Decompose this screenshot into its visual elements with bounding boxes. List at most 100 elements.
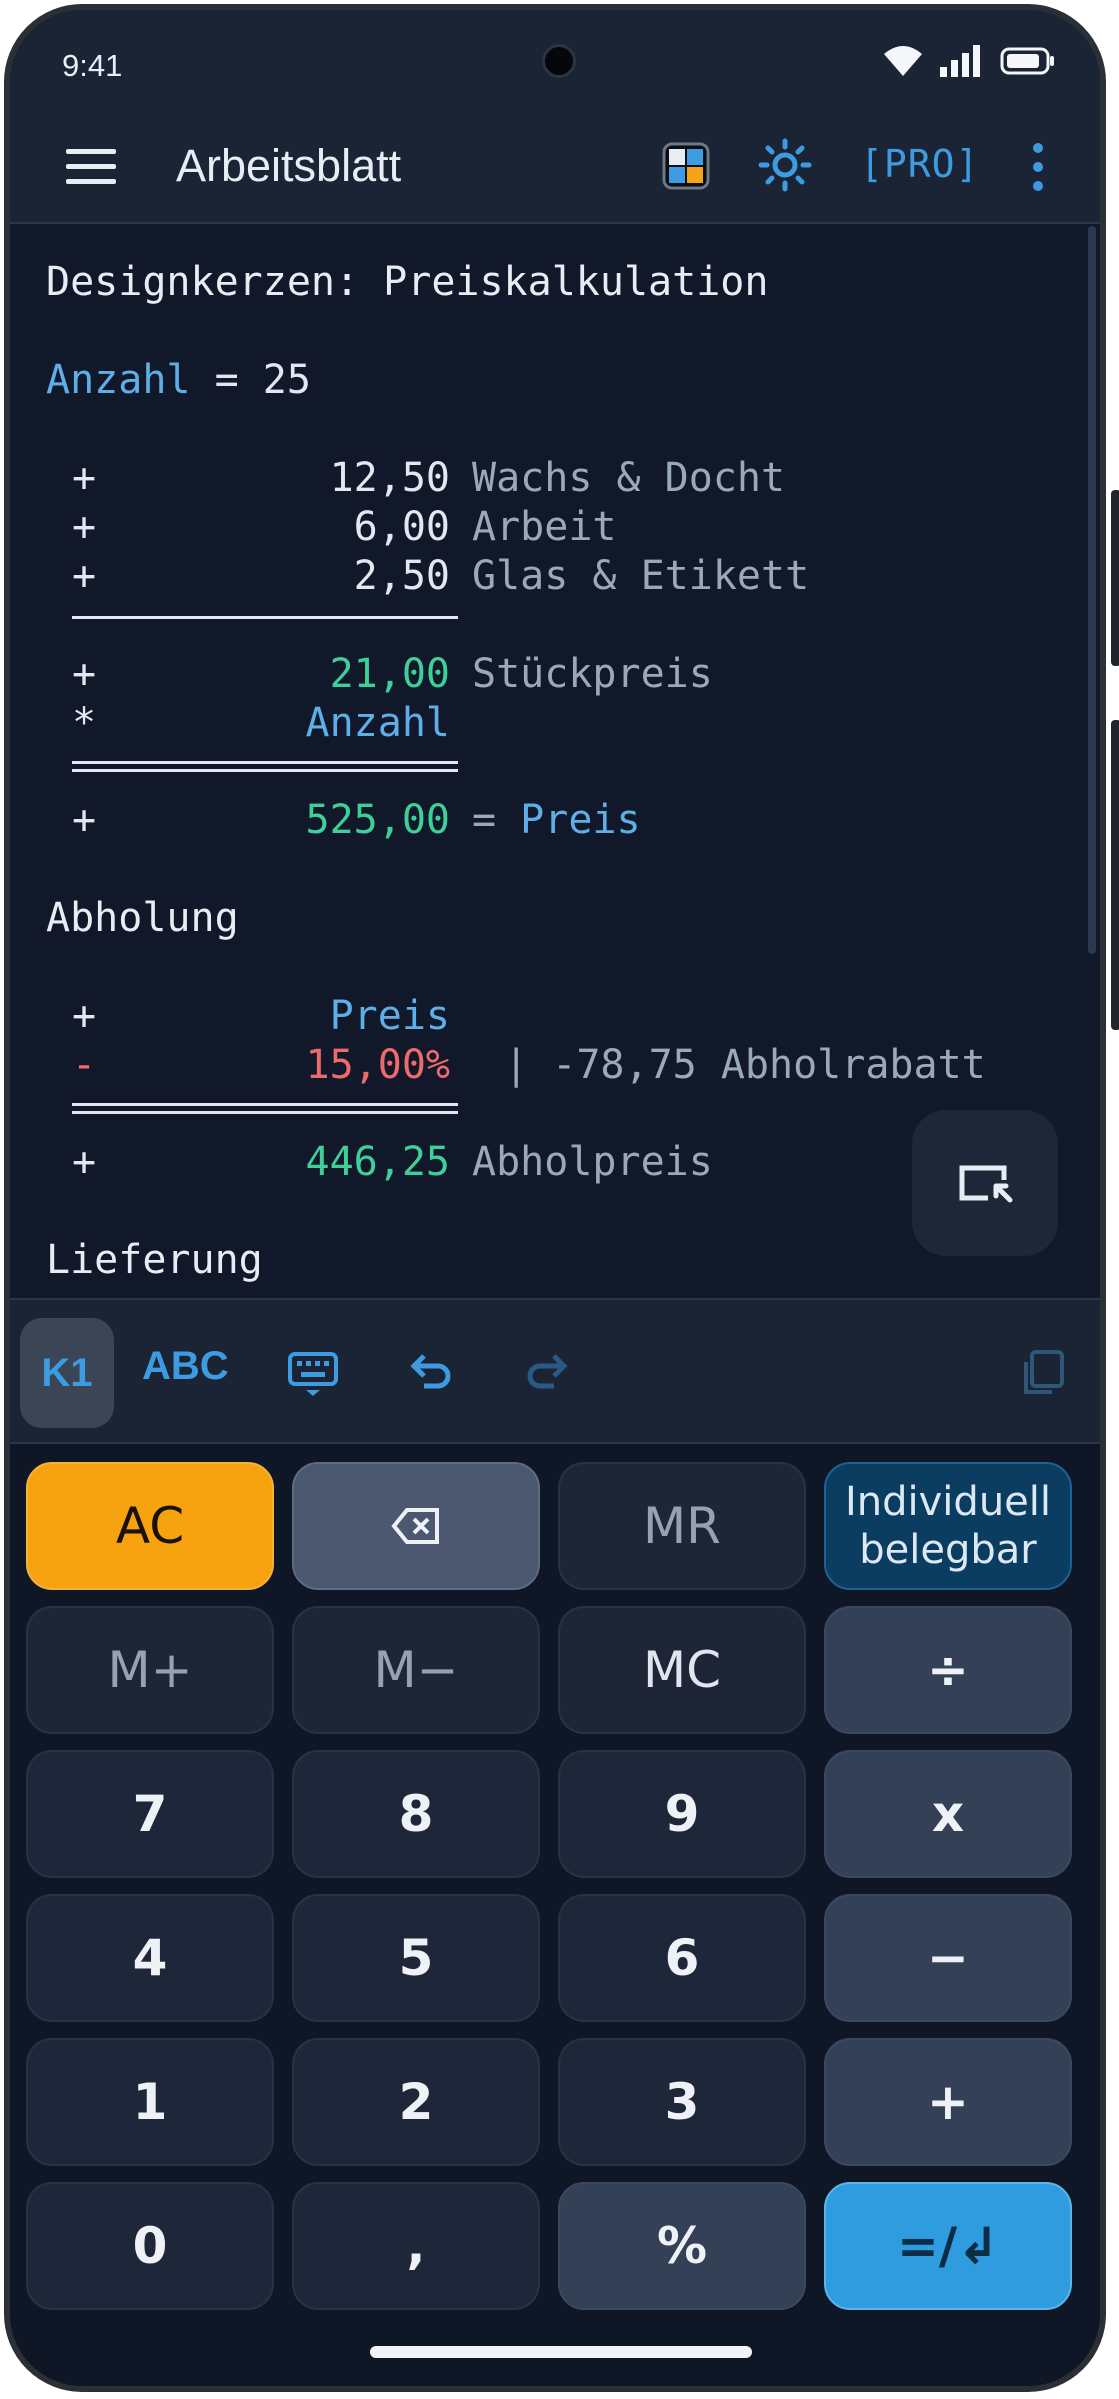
row-label: = Preis [472, 796, 641, 844]
row-value: 525,00 [305, 797, 451, 843]
app-bar: Arbeitsblatt [PRO] [10, 110, 1100, 224]
digit-0-button[interactable]: 0 [26, 2182, 274, 2310]
row-value: Preis [329, 993, 450, 1039]
row-label: | -78,75 Abholrabatt [480, 1041, 986, 1089]
row-label: Wachs & Docht [472, 455, 786, 501]
status-time: 9:41 [62, 48, 123, 83]
row-value: 15,00% [305, 1042, 451, 1088]
home-indicator[interactable] [370, 2346, 752, 2358]
digit-2-button[interactable]: 2 [292, 2038, 540, 2166]
digit-5-button[interactable]: 5 [292, 1894, 540, 2022]
custom-key-button[interactable]: Individuell belegbar [824, 1462, 1072, 1590]
percent-button[interactable]: % [558, 2182, 806, 2310]
worksheet-heading: Designkerzen: Preiskalkulation [46, 259, 769, 305]
brightness-icon[interactable] [758, 138, 812, 192]
multiply-button[interactable]: x [824, 1750, 1072, 1878]
divide-button[interactable]: ÷ [824, 1606, 1072, 1734]
digit-8-button[interactable]: 8 [292, 1750, 540, 1878]
row-operator: + [72, 553, 97, 599]
side-button [1111, 490, 1119, 666]
side-button [1111, 720, 1119, 1030]
tab-k1[interactable]: K1 [20, 1318, 114, 1428]
jump-to-cursor-icon [959, 1165, 1013, 1203]
backspace-button[interactable] [292, 1462, 540, 1590]
row-value: 12,50 [329, 455, 450, 501]
undo-icon[interactable] [404, 1346, 458, 1400]
row-operator: * [72, 700, 97, 746]
tab-abc[interactable]: ABC [142, 1344, 229, 1389]
anzahl-line: Anzahl = 25 [46, 356, 311, 404]
assign-sign: = [472, 797, 521, 843]
memory-add-button[interactable]: M+ [26, 1606, 274, 1734]
copy-icon[interactable] [1016, 1346, 1070, 1400]
variable-name: Anzahl [46, 357, 191, 403]
subtotal-row: +21,00 Stückpreis [10, 650, 1100, 698]
digit-4-button[interactable]: 4 [26, 1894, 274, 2022]
front-camera [542, 44, 576, 78]
row-operator: + [72, 651, 97, 697]
redo-icon[interactable] [520, 1346, 574, 1400]
row-value: 6,00 [353, 504, 450, 550]
reference-row: + Preis [10, 992, 1100, 1040]
app-title: Arbeitsblatt [176, 140, 402, 191]
row-value: 21,00 [329, 651, 450, 697]
discount-detail: -78,75 Abholrabatt [552, 1042, 986, 1088]
section-heading-abholung: Abholung [46, 895, 239, 941]
custom-key-label: belegbar [859, 1527, 1037, 1573]
row-operator: + [72, 797, 97, 843]
plus-button[interactable]: + [824, 2038, 1072, 2166]
signal-icon [940, 45, 980, 77]
digit-1-button[interactable]: 1 [26, 2038, 274, 2166]
digit-9-button[interactable]: 9 [558, 1750, 806, 1878]
total-double-rule [72, 761, 458, 772]
decimal-comma-button[interactable]: , [292, 2182, 540, 2310]
cost-row: +6,00 Arbeit [10, 503, 1100, 551]
multiply-row: * Anzahl [10, 699, 1100, 747]
row-label: Stückpreis [472, 651, 713, 697]
subtotal-rule [72, 616, 458, 619]
keyboard-icon[interactable] [286, 1346, 340, 1400]
status-bar: 9:41 [10, 10, 1100, 110]
theme-palette-icon[interactable] [662, 142, 710, 190]
wifi-icon [884, 46, 922, 76]
digit-7-button[interactable]: 7 [26, 1750, 274, 1878]
digit-3-button[interactable]: 3 [558, 2038, 806, 2166]
minus-button[interactable]: − [824, 1894, 1072, 2022]
equals-enter-button[interactable]: =/↲ [824, 2182, 1072, 2310]
row-operator: + [72, 504, 97, 550]
more-options-icon[interactable] [1030, 142, 1046, 192]
variable-value: 25 [262, 357, 311, 403]
jump-to-cursor-button[interactable] [912, 1110, 1058, 1256]
row-value: Anzahl [305, 700, 451, 746]
custom-key-label: Individuell [844, 1479, 1051, 1525]
section-heading-lieferung: Lieferung [46, 1237, 263, 1283]
all-clear-button[interactable]: AC [26, 1462, 274, 1590]
row-operator: - [72, 1042, 97, 1088]
keyboard-toolbar: K1 ABC [10, 1298, 1100, 1444]
menu-icon[interactable] [64, 147, 118, 187]
total-double-rule [72, 1103, 458, 1114]
row-value: 446,25 [305, 1139, 451, 1185]
result-variable: Preis [520, 797, 641, 843]
cost-row: +2,50 Glas & Etikett [10, 552, 1100, 600]
discount-row: - 15,00% | -78,75 Abholrabatt [10, 1041, 1100, 1089]
separator: | [480, 1042, 553, 1088]
memory-recall-button[interactable]: MR [558, 1462, 806, 1590]
memory-subtract-button[interactable]: M− [292, 1606, 540, 1734]
worksheet-scrollbar[interactable] [1088, 226, 1096, 954]
memory-clear-button[interactable]: MC [558, 1606, 806, 1734]
row-operator: + [72, 993, 97, 1039]
row-value: 2,50 [353, 553, 450, 599]
cost-row: +12,50 Wachs & Docht [10, 454, 1100, 502]
assign-sign: = [190, 357, 263, 403]
row-label: Arbeit [472, 504, 617, 550]
backspace-icon [391, 1508, 439, 1544]
total-row: +525,00 = Preis [10, 796, 1100, 844]
status-icons [882, 44, 1056, 78]
digit-6-button[interactable]: 6 [558, 1894, 806, 2022]
row-label: Abholpreis [472, 1139, 713, 1185]
row-operator: + [72, 455, 97, 501]
pro-badge[interactable]: [PRO] [860, 142, 979, 186]
row-operator: + [72, 1139, 97, 1185]
battery-icon [1000, 47, 1054, 75]
